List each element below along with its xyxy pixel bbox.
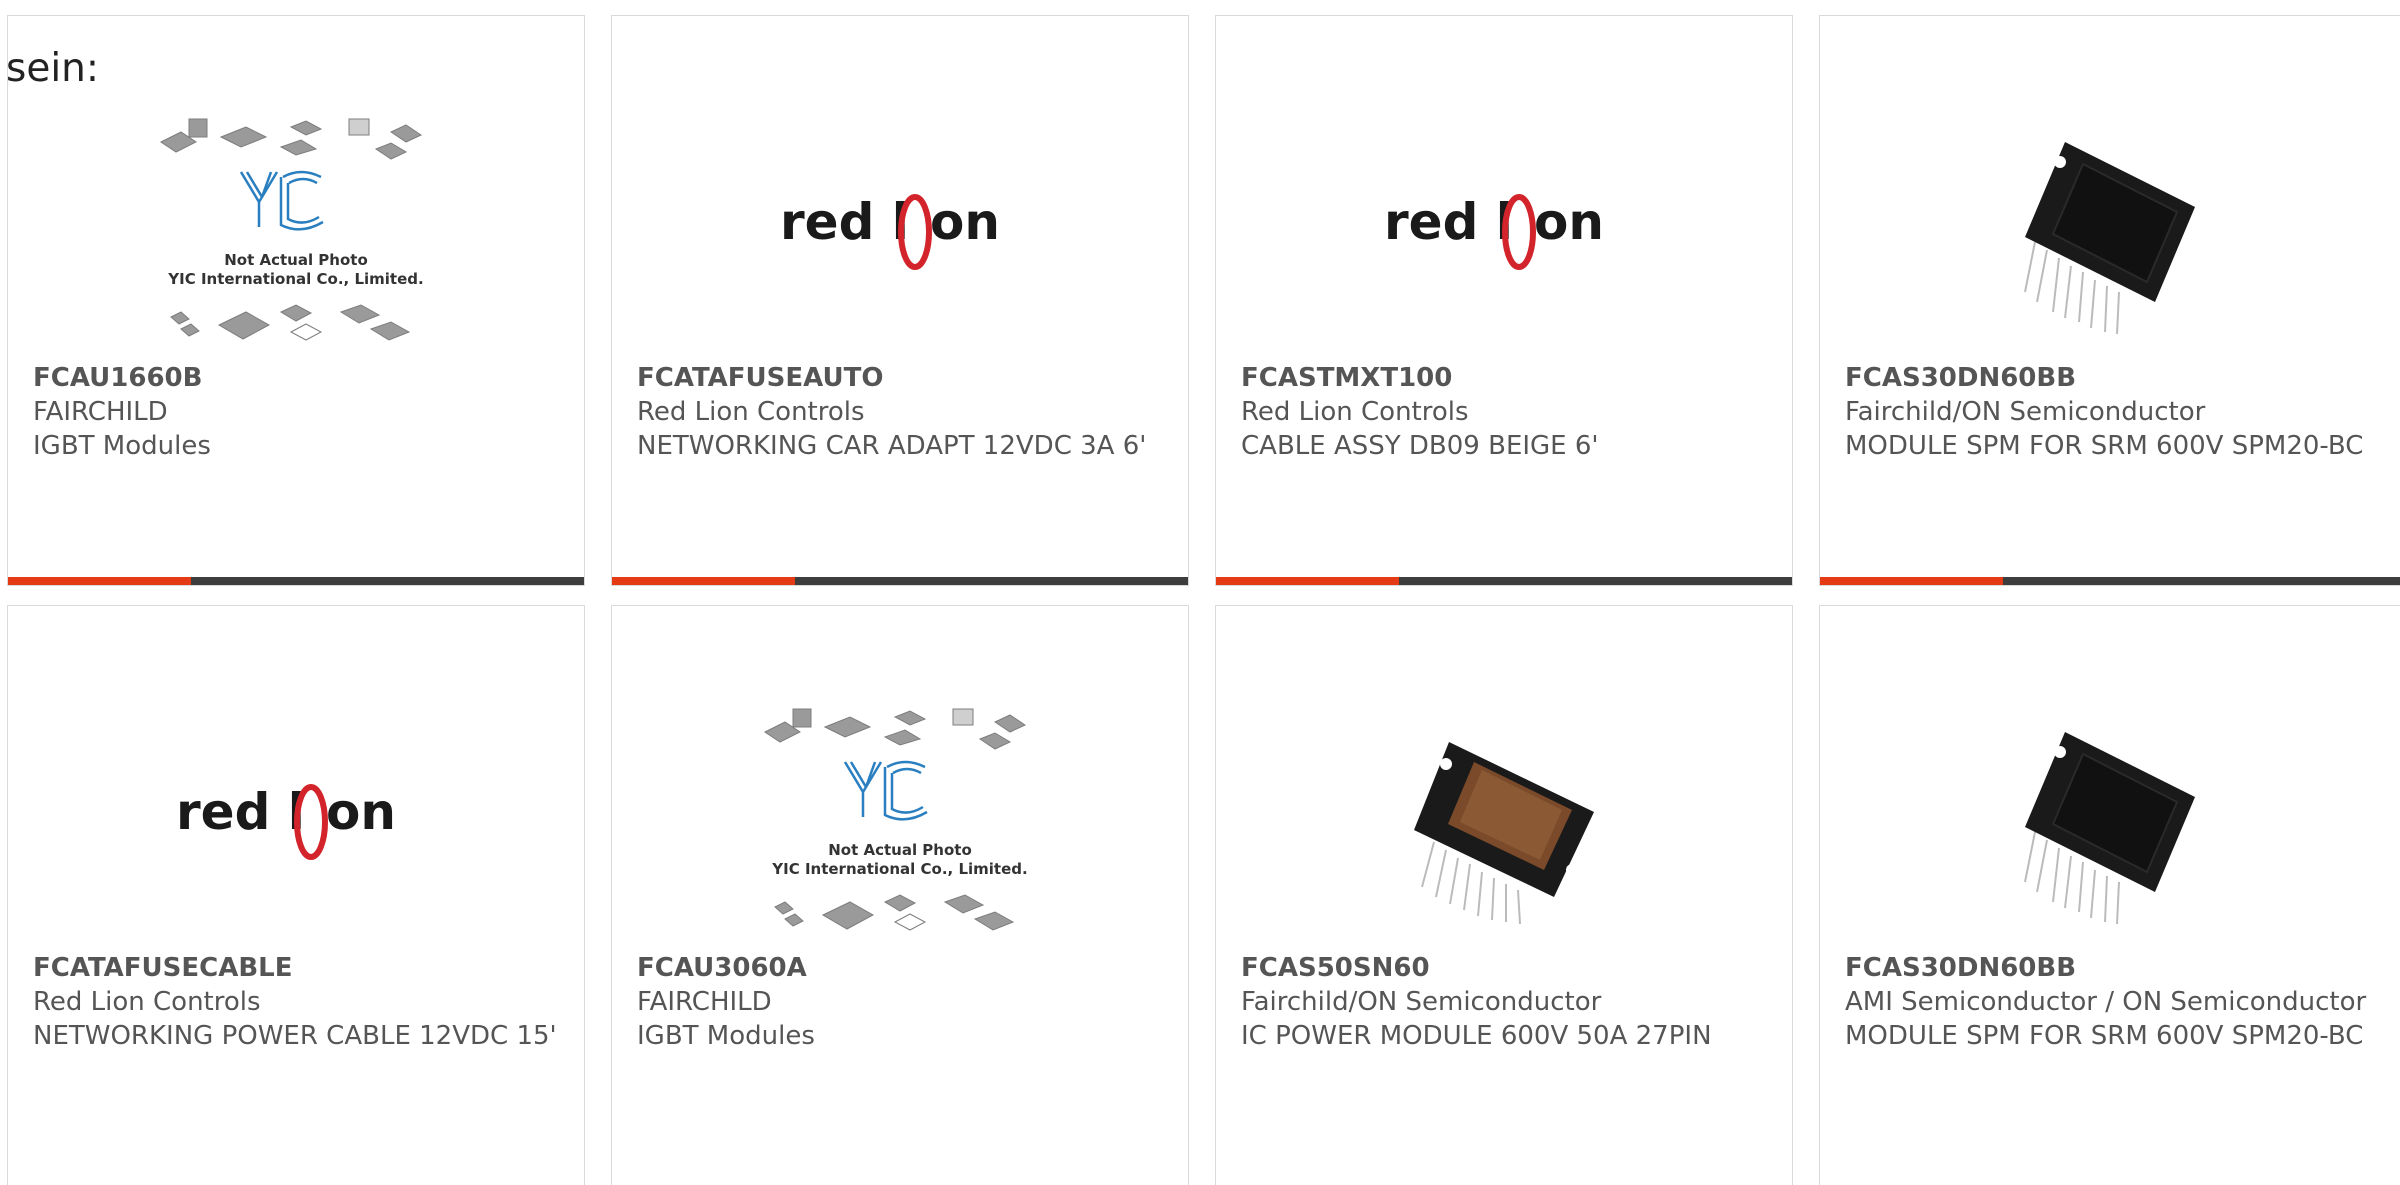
spm-module-image <box>2023 142 2195 335</box>
product-info: FCAU3060A FAIRCHILD IGBT Modules <box>637 951 1168 1053</box>
logo-left-text: red l <box>1384 193 1513 251</box>
description: IGBT Modules <box>33 431 211 461</box>
product-card[interactable]: red l on FCATAFUSECABLE Red Lion Control… <box>7 605 585 1185</box>
lead-text: sein: <box>6 46 100 91</box>
logo-right-text: on <box>930 193 1000 251</box>
spm-module-image <box>2023 732 2195 925</box>
description: NETWORKING POWER CABLE 12VDC 15' <box>33 1021 557 1051</box>
product-card[interactable]: FCAS50SN60 Fairchild/ON Semiconductor IC… <box>1215 605 1793 1185</box>
description: MODULE SPM FOR SRM 600V SPM20-BC <box>1845 431 2364 461</box>
product-info: FCATAFUSECABLE Red Lion Controls NETWORK… <box>33 951 564 1053</box>
product-info: FCAU1660B FAIRCHILD IGBT Modules <box>33 361 564 463</box>
card-bottom-bar <box>8 577 584 585</box>
part-number[interactable]: FCASTMXT100 <box>1241 361 1772 395</box>
part-number[interactable]: FCATAFUSECABLE <box>33 951 564 985</box>
product-image: red l on <box>8 686 584 958</box>
manufacturer: Fairchild/ON Semiconductor <box>1241 987 1602 1017</box>
product-image: Not Actual Photo YIC International Co., … <box>8 96 584 368</box>
card-bottom-bar <box>612 577 1188 585</box>
product-image: Not Actual Photo YIC International Co., … <box>612 686 1188 958</box>
description: IC POWER MODULE 600V 50A 27PIN <box>1241 1021 1712 1051</box>
placeholder-line2: YIC International Co., Limited. <box>167 270 423 288</box>
product-card[interactable]: Not Actual Photo YIC International Co., … <box>611 605 1189 1185</box>
logo-right-text: on <box>1534 193 1604 251</box>
card-accent <box>1216 577 1399 585</box>
part-number[interactable]: FCAS30DN60BB <box>1845 361 2389 395</box>
placeholder-line1: Not Actual Photo <box>828 841 972 859</box>
product-info: FCASTMXT100 Red Lion Controls CABLE ASSY… <box>1241 361 1772 463</box>
manufacturer: Fairchild/ON Semiconductor <box>1845 397 2206 427</box>
manufacturer: AMI Semiconductor / ON Semiconductor <box>1845 987 2367 1017</box>
product-grid: Not Actual Photo YIC International Co., … <box>0 0 2400 1185</box>
red-lion-logo: red l on <box>176 783 396 860</box>
manufacturer: Red Lion Controls <box>33 987 261 1017</box>
product-card[interactable]: red l on FCATAFUSEAUTO Red Lion Controls… <box>611 15 1189 586</box>
product-card[interactable]: red l on FCASTMXT100 Red Lion Controls C… <box>1215 15 1793 586</box>
part-number[interactable]: FCAS30DN60BB <box>1845 951 2389 985</box>
description: NETWORKING CAR ADAPT 12VDC 3A 6' <box>637 431 1147 461</box>
placeholder-line2: YIC International Co., Limited. <box>771 860 1027 878</box>
product-image: red l on <box>1216 96 1792 368</box>
product-image <box>1216 686 1792 958</box>
part-number[interactable]: FCAS50SN60 <box>1241 951 1772 985</box>
product-info: FCAS30DN60BB Fairchild/ON Semiconductor … <box>1845 361 2389 463</box>
yic-placeholder-image: Not Actual Photo YIC International Co., … <box>764 708 1028 931</box>
product-info: FCATAFUSEAUTO Red Lion Controls NETWORKI… <box>637 361 1168 463</box>
red-lion-logo: red l on <box>780 193 1000 270</box>
description: CABLE ASSY DB09 BEIGE 6' <box>1241 431 1599 461</box>
red-lion-logo: red l on <box>1384 193 1604 270</box>
product-card[interactable]: Not Actual Photo YIC International Co., … <box>7 15 585 586</box>
product-card[interactable]: FCAS30DN60BB AMI Semiconductor / ON Semi… <box>1819 605 2400 1185</box>
part-number[interactable]: FCAU3060A <box>637 951 1168 985</box>
manufacturer: Red Lion Controls <box>637 397 865 427</box>
card-accent <box>8 577 191 585</box>
card-bottom-bar <box>1216 577 1792 585</box>
yic-placeholder-image: Not Actual Photo YIC International Co., … <box>160 118 424 341</box>
product-card[interactable]: FCAS30DN60BB Fairchild/ON Semiconductor … <box>1819 15 2400 586</box>
part-number[interactable]: FCATAFUSEAUTO <box>637 361 1168 395</box>
product-image <box>1820 96 2400 368</box>
product-image <box>1820 686 2400 958</box>
card-accent <box>1820 577 2003 585</box>
part-number[interactable]: FCAU1660B <box>33 361 564 395</box>
manufacturer: FAIRCHILD <box>637 987 772 1017</box>
logo-right-text: on <box>326 783 396 841</box>
manufacturer: Red Lion Controls <box>1241 397 1469 427</box>
power-module-image <box>1414 742 1594 925</box>
logo-left-text: red l <box>176 783 305 841</box>
product-info: FCAS50SN60 Fairchild/ON Semiconductor IC… <box>1241 951 1772 1053</box>
placeholder-line1: Not Actual Photo <box>224 251 368 269</box>
description: MODULE SPM FOR SRM 600V SPM20-BC <box>1845 1021 2364 1051</box>
card-bottom-bar <box>1820 577 2400 585</box>
logo-left-text: red l <box>780 193 909 251</box>
card-accent <box>612 577 795 585</box>
manufacturer: FAIRCHILD <box>33 397 168 427</box>
product-image: red l on <box>612 96 1188 368</box>
description: IGBT Modules <box>637 1021 815 1051</box>
product-info: FCAS30DN60BB AMI Semiconductor / ON Semi… <box>1845 951 2389 1053</box>
